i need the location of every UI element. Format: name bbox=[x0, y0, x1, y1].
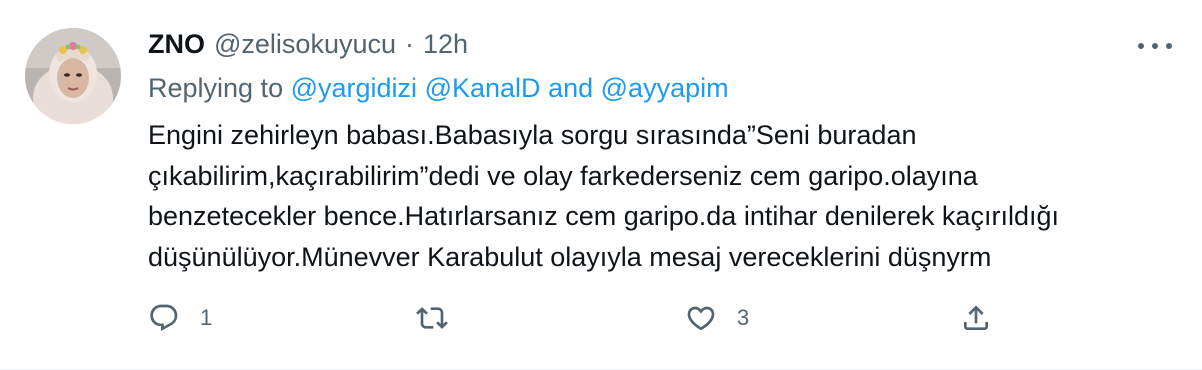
tweet-text-line: Engini zehirleyn babası.Babasıyla sorgu … bbox=[148, 120, 917, 150]
separator-dot: · bbox=[405, 29, 414, 59]
mention-kanald[interactable]: @KanalD bbox=[425, 73, 541, 103]
more-dot bbox=[1152, 43, 1158, 49]
tweet-header: ZNO @zelisokuyucu · 12h bbox=[148, 24, 1172, 64]
retweet-button[interactable] bbox=[416, 298, 468, 338]
replying-to: Replying to @yargidizi @KanalD and @ayya… bbox=[148, 68, 1172, 108]
timestamp[interactable]: 12h bbox=[423, 24, 468, 64]
tweet-content: ZNO @zelisokuyucu · 12h Replying to @yar… bbox=[148, 24, 1172, 277]
tweet-text-line: düşünülüyor.Münevver Karabulut olayıyla … bbox=[148, 241, 992, 272]
avatar-image bbox=[25, 28, 121, 124]
tweet-text-line: çıkabilirim,kaçırabilirim”dedi ve olay f… bbox=[148, 160, 978, 191]
like-count: 3 bbox=[737, 305, 750, 330]
replying-to-and: and bbox=[548, 73, 594, 103]
avatar[interactable] bbox=[25, 28, 121, 124]
share-button[interactable] bbox=[960, 298, 992, 338]
replying-to-label: Replying to bbox=[148, 73, 284, 103]
mention-yargidizi[interactable]: @yargidizi bbox=[291, 73, 417, 103]
tweet-actions: 1 3 bbox=[148, 298, 1008, 338]
like-button[interactable]: 3 bbox=[685, 298, 749, 338]
tweet-text-line: benzetecekler bence.Hatırlarsanız cem ga… bbox=[148, 201, 1059, 231]
reply-button[interactable]: 1 bbox=[148, 298, 212, 338]
user-handle[interactable]: @zelisokuyucu bbox=[214, 24, 396, 64]
mention-ayyapim[interactable]: @ayyapim bbox=[601, 73, 729, 103]
like-icon bbox=[687, 306, 715, 331]
more-dot bbox=[1166, 43, 1172, 49]
more-icon[interactable] bbox=[1138, 36, 1172, 56]
tweet-text: Engini zehirleyn babası.Babasıyla sorgu … bbox=[148, 115, 1172, 277]
display-name[interactable]: ZNO bbox=[148, 24, 205, 64]
more-dot bbox=[1138, 43, 1144, 49]
share-icon bbox=[964, 305, 988, 330]
tweet[interactable]: ZNO @zelisokuyucu · 12h Replying to @yar… bbox=[0, 0, 1202, 370]
retweet-icon bbox=[416, 307, 448, 329]
reply-icon bbox=[150, 304, 178, 331]
reply-count: 1 bbox=[200, 305, 213, 330]
